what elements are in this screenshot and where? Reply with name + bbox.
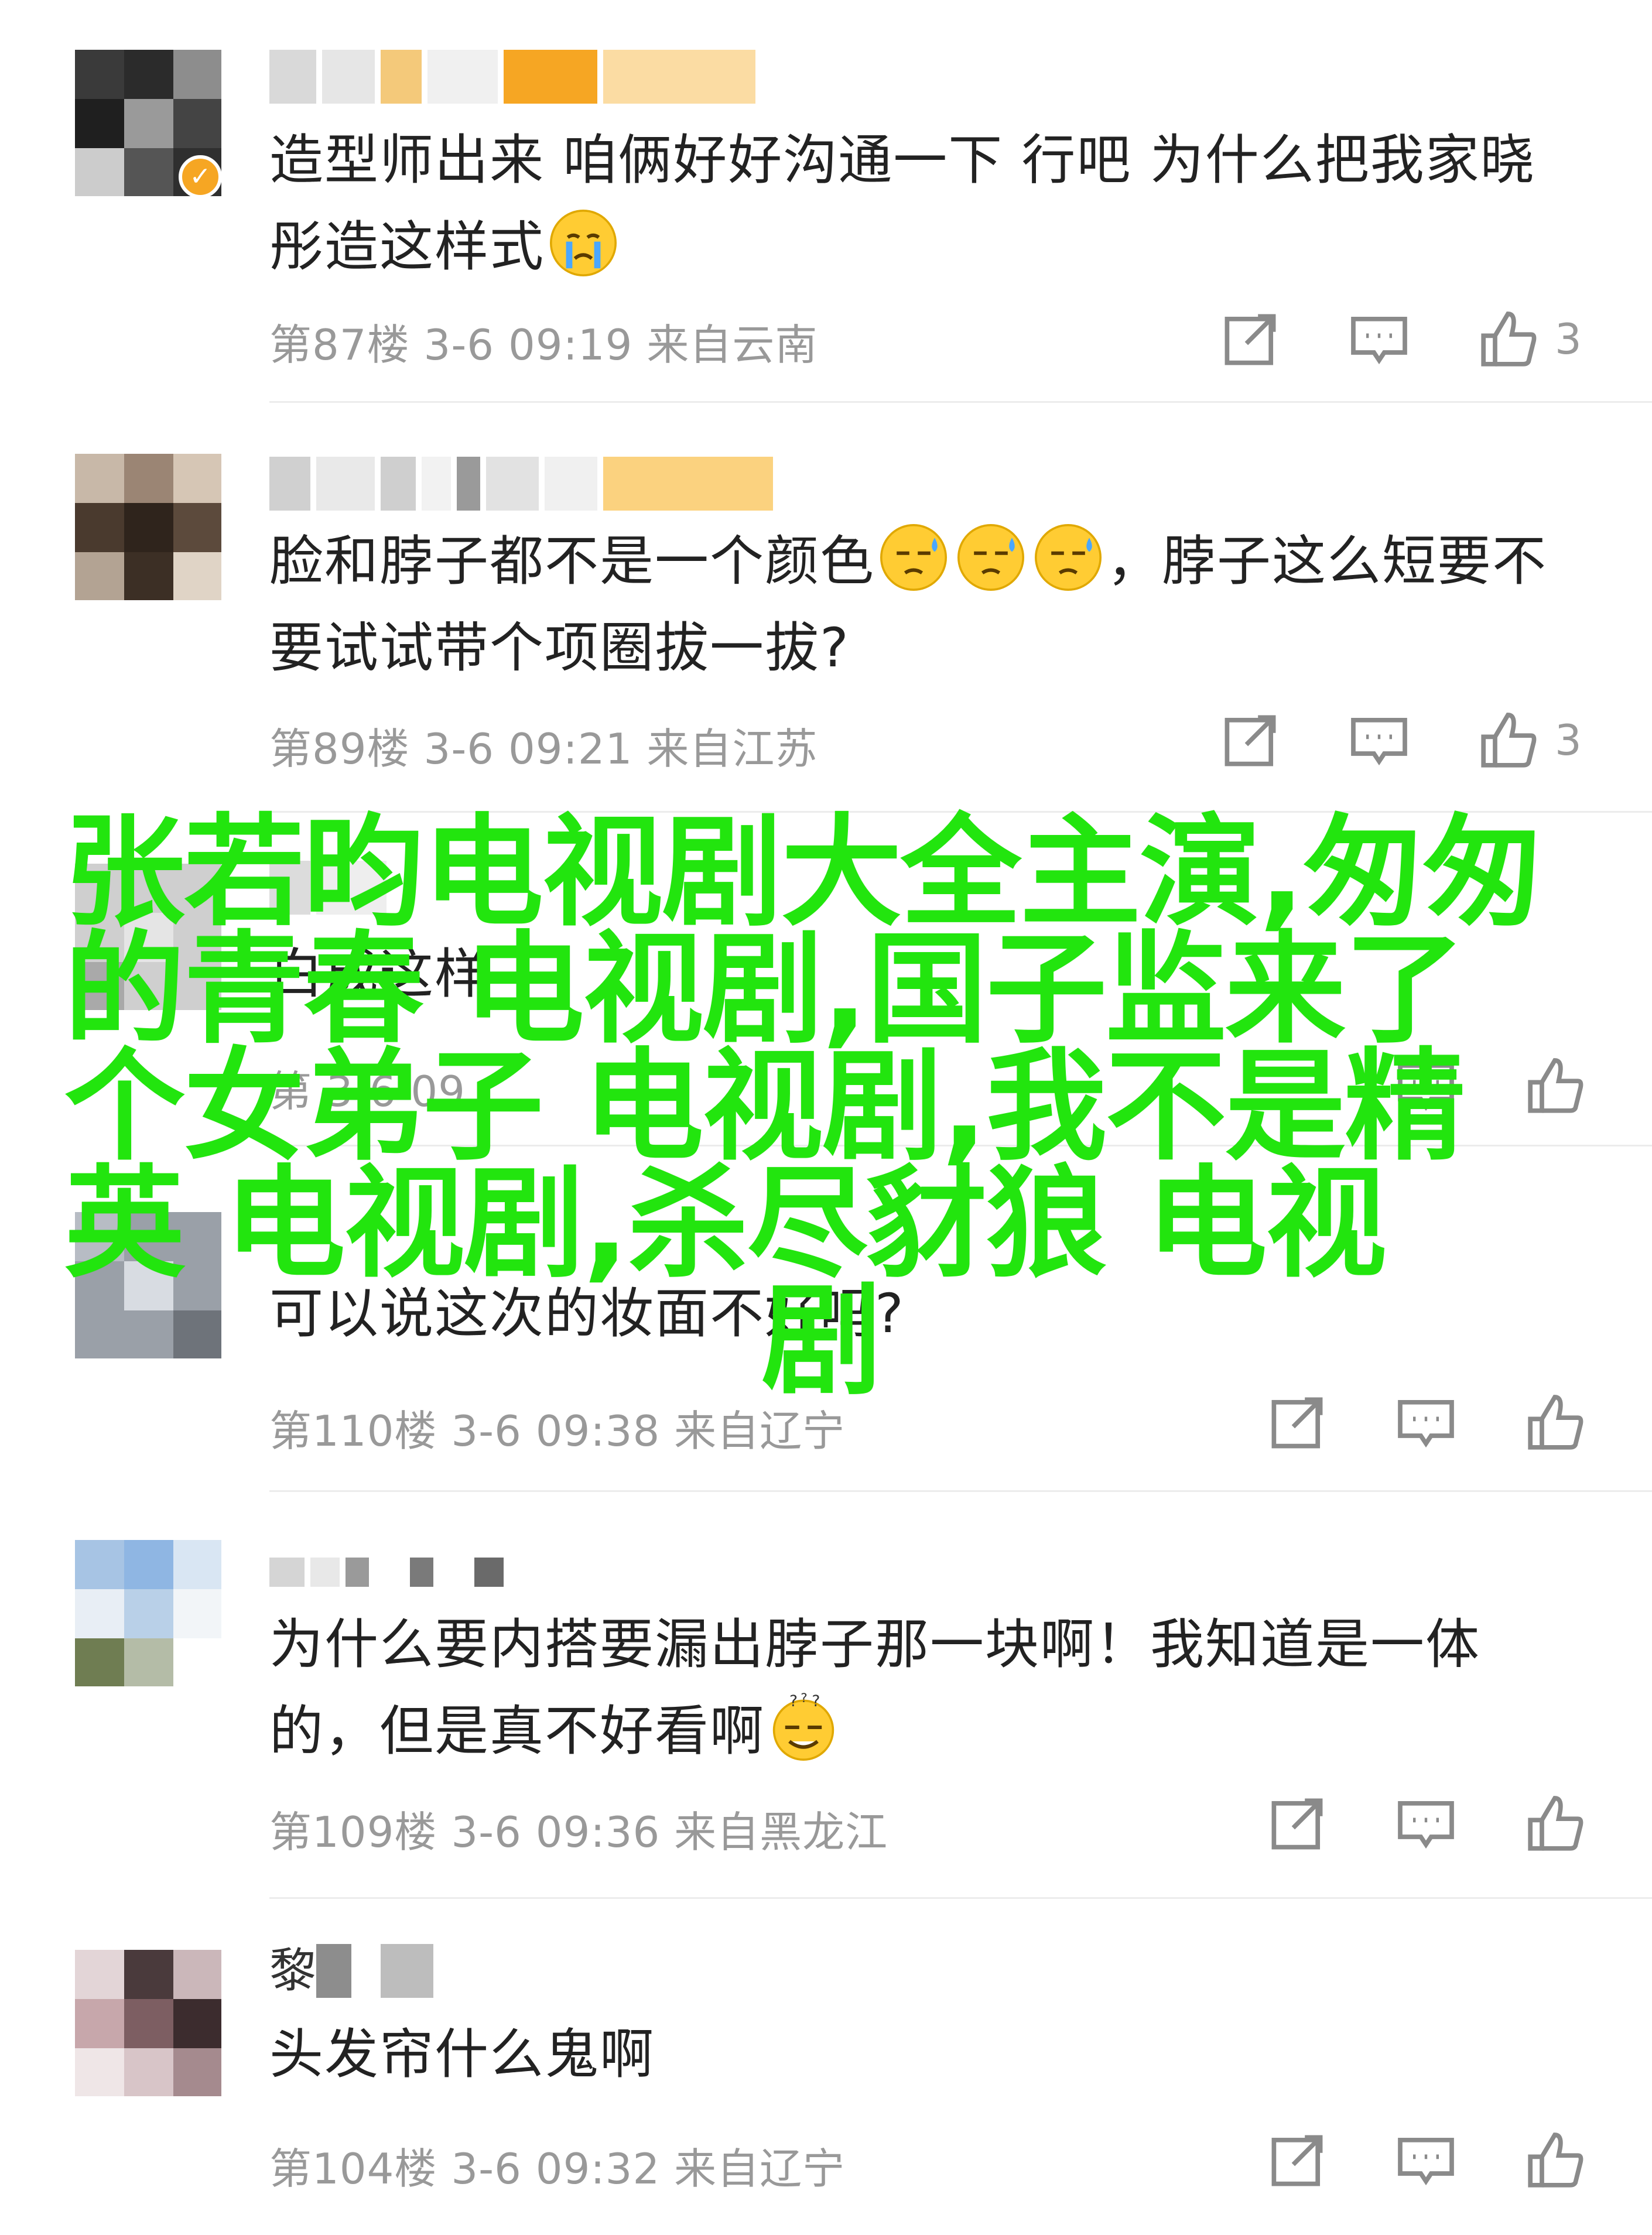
forward-icon[interactable] — [1265, 1391, 1329, 1455]
divider — [269, 1897, 1652, 1899]
comment-icon[interactable] — [1347, 307, 1411, 372]
overlay-title-tail: 剧 — [761, 1271, 882, 1411]
svg-text:?: ? — [789, 1692, 799, 1710]
forward-icon[interactable] — [1265, 2128, 1329, 2193]
comment-icon[interactable] — [1394, 1792, 1458, 1856]
verified-badge-icon: ✓ — [179, 155, 222, 198]
comment-text: 脸和脖子都不是一个颜色 ，脖子这么短要不要试试带个项圈拔一拔? — [269, 518, 1581, 692]
comment-actions: 3 — [1218, 307, 1593, 372]
svg-text:?: ? — [801, 1692, 809, 1706]
comment-icon[interactable] — [1394, 1391, 1458, 1455]
dizzy-emoji-icon: ??? — [768, 1691, 839, 1762]
avatar[interactable] — [75, 454, 221, 600]
comment-actions — [1265, 1792, 1593, 1856]
forward-icon[interactable] — [1218, 307, 1282, 372]
forward-icon[interactable] — [1218, 709, 1282, 773]
username-redacted[interactable] — [269, 457, 779, 511]
like-count: 3 — [1555, 716, 1582, 765]
avatar[interactable] — [75, 1950, 221, 2096]
comment-icon[interactable] — [1394, 2128, 1458, 2193]
overlay-title: 张若昀电视剧大全主演,匆匆的青春 电视剧,国子监来了个女弟子 电视剧,我不是精英… — [64, 812, 1564, 1411]
svg-text:?: ? — [812, 1692, 821, 1710]
like-count: 3 — [1555, 314, 1582, 364]
comment-actions — [1265, 2128, 1593, 2193]
username-first-char: 黎 — [269, 1943, 316, 1998]
comment-meta: 第87楼 3-6 09:19 来自云南 — [269, 320, 818, 369]
comment-meta: 第89楼 3-6 09:21 来自江苏 — [269, 724, 818, 773]
crying-emoji-icon — [548, 208, 618, 278]
forward-icon[interactable] — [1265, 1792, 1329, 1856]
comment-meta: 第104楼 3-6 09:32 来自辽宁 — [269, 2144, 846, 2193]
thumb-up-icon[interactable] — [1523, 2128, 1587, 2193]
comment-actions: 3 — [1218, 709, 1593, 773]
sweat-emoji-icon — [878, 522, 949, 593]
sweat-emoji-icon — [1033, 522, 1103, 593]
comment-actions — [1265, 1391, 1593, 1455]
avatar[interactable] — [75, 1540, 221, 1686]
comment-text: 头发帘什么鬼啊 — [269, 2023, 655, 2086]
comment-meta: 第110楼 3-6 09:38 来自辽宁 — [269, 1406, 846, 1456]
username-redacted[interactable] — [269, 50, 761, 104]
username[interactable]: 黎 — [269, 1944, 439, 1998]
comment-meta: 第109楼 3-6 09:36 来自黑龙江 — [269, 1808, 888, 1857]
divider — [269, 401, 1652, 403]
thumb-up-icon[interactable] — [1476, 307, 1540, 372]
divider — [269, 1490, 1652, 1492]
comment-text: 为什么要内搭要漏出脖子那一块啊！我知道是一体的，但是真不好看啊 ??? — [269, 1613, 1481, 1762]
sweat-emoji-icon — [956, 522, 1026, 593]
username-redacted[interactable] — [269, 1558, 509, 1587]
thumb-up-icon[interactable] — [1523, 1792, 1587, 1856]
comment-icon[interactable] — [1347, 709, 1411, 773]
comment-text: 造型师出来 咱俩好好沟通一下 行吧 为什么把我家晓彤造这样式 — [269, 129, 1535, 278]
overlay-title-text: 张若昀电视剧大全主演,匆匆的青春 电视剧,国子监来了个女弟子 电视剧,我不是精英… — [64, 802, 1544, 1294]
thumb-up-icon[interactable] — [1523, 1391, 1587, 1455]
thumb-up-icon[interactable] — [1476, 709, 1540, 773]
